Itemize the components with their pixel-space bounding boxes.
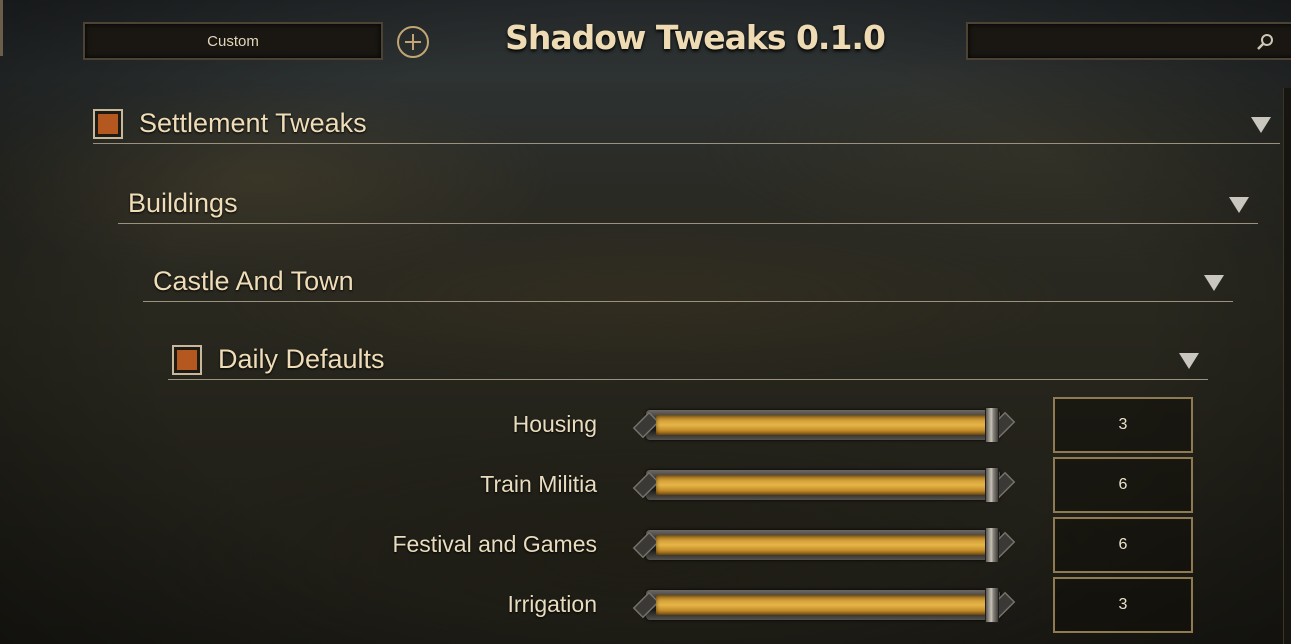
preset-label: Custom (207, 32, 259, 50)
slider-fill (656, 595, 992, 615)
search-input[interactable] (966, 22, 1291, 60)
setting-label: Housing (512, 411, 597, 437)
collapse-arrow-icon[interactable] (1228, 196, 1250, 214)
preset-dropdown[interactable]: Custom (83, 22, 383, 60)
festival-and-games-value-field[interactable]: 6 (1053, 517, 1193, 573)
setting-row-festival-and-games: Festival and Games 6 (0, 517, 1291, 573)
festival-and-games-slider[interactable] (632, 525, 1016, 565)
value-text: 3 (1118, 416, 1128, 433)
setting-label: Train Militia (480, 471, 597, 497)
group-daily-defaults[interactable]: Daily Defaults (168, 340, 1208, 380)
irrigation-value-field[interactable]: 3 (1053, 577, 1193, 633)
slider-fill (656, 475, 992, 495)
setting-row-housing: Housing 3 (0, 397, 1291, 453)
setting-row-irrigation: Irrigation 3 (0, 577, 1291, 633)
setting-row-train-militia: Train Militia 6 (0, 457, 1291, 513)
page-title: Shadow Tweaks 0.1.0 (505, 18, 886, 57)
irrigation-slider[interactable] (632, 585, 1016, 625)
collapse-arrow-icon[interactable] (1203, 274, 1225, 292)
group-settlement-tweaks[interactable]: Settlement Tweaks (93, 104, 1280, 144)
housing-value-field[interactable]: 3 (1053, 397, 1193, 453)
group-label: Daily Defaults (218, 344, 385, 374)
slider-thumb[interactable] (985, 407, 999, 443)
group-buildings[interactable]: Buildings (118, 184, 1258, 224)
housing-slider[interactable] (632, 405, 1016, 445)
value-text: 3 (1118, 596, 1128, 613)
slider-fill (656, 535, 992, 555)
slider-thumb[interactable] (985, 467, 999, 503)
slider-fill (656, 415, 992, 435)
checkbox-fill (98, 113, 118, 134)
search-icon[interactable] (1256, 33, 1274, 51)
slider-thumb[interactable] (985, 587, 999, 623)
group-label: Castle And Town (153, 266, 354, 296)
train-militia-slider[interactable] (632, 465, 1016, 505)
plus-circle-icon (405, 34, 421, 50)
group-label: Settlement Tweaks (139, 108, 367, 138)
group-castle-and-town[interactable]: Castle And Town (143, 262, 1233, 302)
slider-thumb[interactable] (985, 527, 999, 563)
group-label: Buildings (128, 188, 238, 218)
collapse-arrow-icon[interactable] (1250, 116, 1272, 134)
value-text: 6 (1118, 536, 1128, 553)
daily-defaults-checkbox[interactable] (172, 344, 202, 375)
window-edge (0, 0, 3, 56)
checkbox-fill (177, 349, 197, 370)
value-text: 6 (1118, 476, 1128, 493)
setting-label: Festival and Games (392, 531, 597, 557)
setting-label: Irrigation (507, 591, 597, 617)
settlement-tweaks-checkbox[interactable] (93, 108, 123, 139)
train-militia-value-field[interactable]: 6 (1053, 457, 1193, 513)
collapse-arrow-icon[interactable] (1178, 352, 1200, 370)
add-preset-button[interactable] (397, 26, 429, 58)
